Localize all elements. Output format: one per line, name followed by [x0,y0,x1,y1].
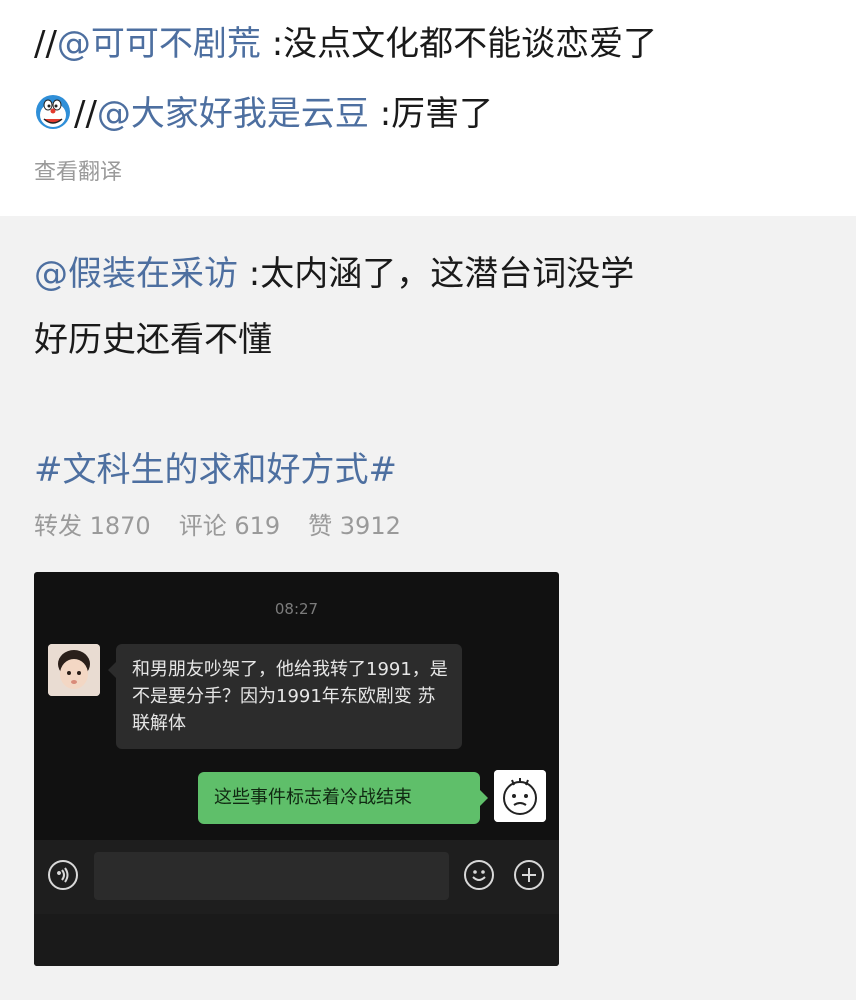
incoming-message-bubble: 和男朋友吵架了，他给我转了1991，是不是要分手？因为1991年东欧剧变 苏联解… [108,644,462,749]
mention-link[interactable]: @假装在采访 [34,254,238,294]
doraemon-face-icon [34,93,72,131]
avatar-right [494,770,546,822]
translate-link[interactable]: 查看翻译 [34,158,122,188]
post-stats: 转发 1870 评论 619 赞 3912 [34,510,401,542]
plus-icon[interactable] [514,860,544,890]
repost-text: :厉害了 [368,94,494,134]
outgoing-message-bubble: 这些事件标志着冷战结束 [198,772,488,824]
repost-prefix: // [34,24,57,64]
repost-prefix: // [74,94,97,134]
repost-count[interactable]: 转发 1870 [34,512,151,540]
message-input[interactable] [94,852,449,900]
comment-count[interactable]: 评论 619 [179,512,280,540]
like-count[interactable]: 赞 3912 [308,512,401,540]
original-post-line-1: @假装在采访 :太内涵了，这潜台词没学 [34,252,634,296]
avatar-left [48,644,100,696]
voice-icon[interactable] [48,860,78,890]
chat-footer [34,914,559,966]
chat-screenshot-image[interactable]: 08:27 和男朋友吵架了，他给我转了1991，是不是要分手？因为1991年东欧… [34,572,559,966]
mention-link[interactable]: @可可不剧荒 [57,24,261,64]
incoming-message-text: 和男朋友吵架了，他给我转了1991，是不是要分手？因为1991年东欧剧变 苏联解… [132,659,448,734]
smile-icon[interactable] [464,860,494,890]
original-post-line-2: 好历史还看不懂 [34,320,272,360]
chat-input-bar [34,840,559,914]
repost-text: :没点文化都不能谈恋爱了 [260,24,658,64]
outgoing-message-text: 这些事件标志着冷战结束 [214,787,412,808]
hashtag-link[interactable]: #文科生的求和好方式# [34,448,397,492]
repost-line-1: //@可可不剧荒 :没点文化都不能谈恋爱了 [34,22,657,66]
repost-line-2: //@大家好我是云豆 :厉害了 [34,92,493,136]
chat-timestamp: 08:27 [274,600,319,618]
mention-link[interactable]: @大家好我是云豆 [97,94,369,134]
original-text: :太内涵了，这潜台词没学 [238,254,635,294]
